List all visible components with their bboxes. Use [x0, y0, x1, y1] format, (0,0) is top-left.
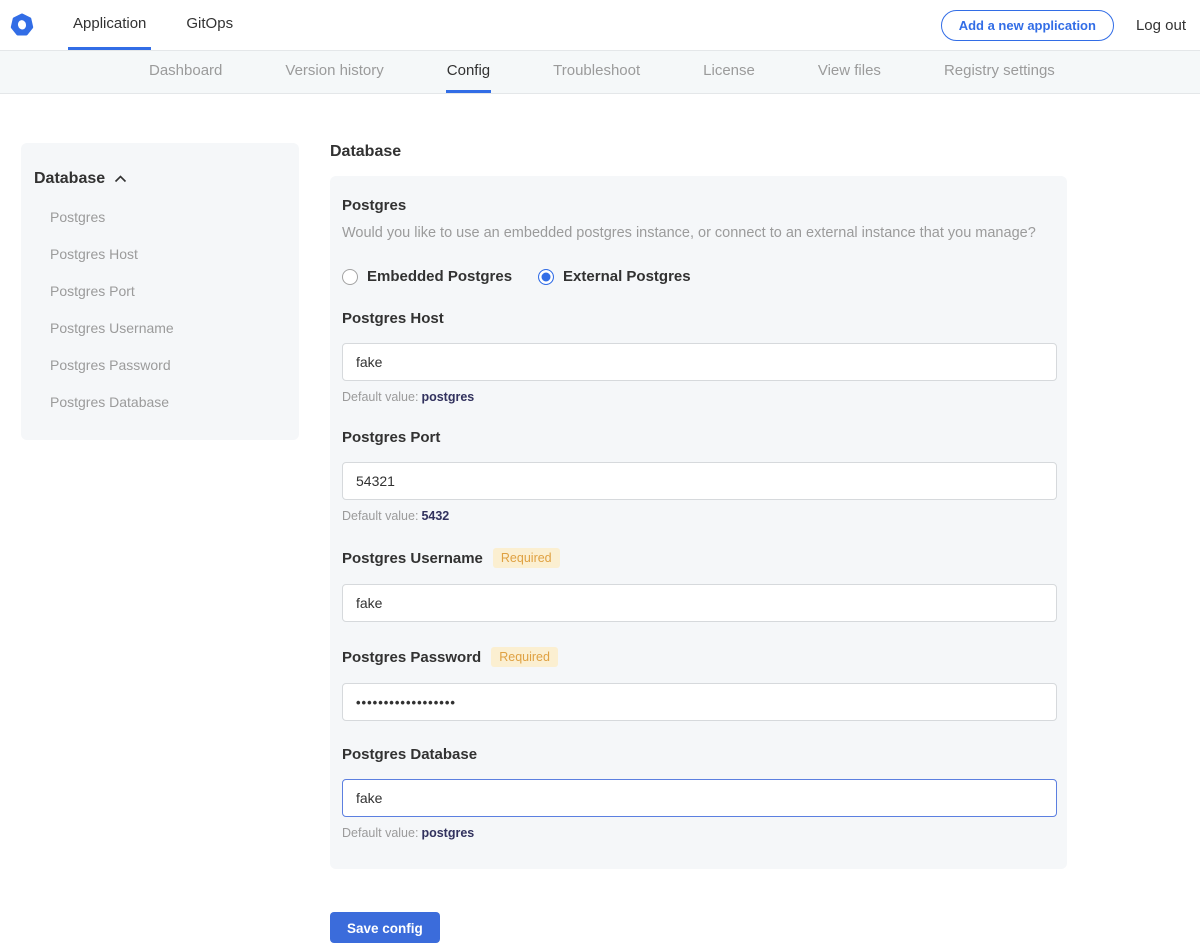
- postgres-host-input[interactable]: [342, 343, 1057, 381]
- page-title: Database: [330, 143, 1067, 161]
- tab-license[interactable]: License: [702, 51, 756, 93]
- default-value-label: Default value:: [342, 826, 418, 840]
- sidebar-item-postgres-database[interactable]: Postgres Database: [50, 394, 283, 410]
- postgres-database-input[interactable]: [342, 779, 1057, 817]
- sidebar-item-postgres-host[interactable]: Postgres Host: [50, 246, 283, 262]
- tab-application[interactable]: Application: [68, 0, 151, 50]
- sidebar-items: Postgres Postgres Host Postgres Port Pos…: [34, 209, 283, 410]
- tab-view-files[interactable]: View files: [817, 51, 882, 93]
- field-label: Postgres Password: [342, 649, 481, 666]
- kots-logo-icon: [10, 13, 34, 37]
- default-value: postgres: [421, 390, 474, 404]
- default-value-label: Default value:: [342, 509, 418, 523]
- group-label: Postgres: [342, 197, 1057, 214]
- app-logo[interactable]: [10, 0, 38, 50]
- required-badge: Required: [493, 548, 560, 568]
- save-config-button[interactable]: Save config: [330, 912, 440, 943]
- app-subnav: Dashboard Version history Config Trouble…: [0, 50, 1200, 94]
- field-postgres-password: Postgres Password Required: [342, 647, 1057, 721]
- postgres-username-input[interactable]: [342, 584, 1057, 622]
- required-badge: Required: [491, 647, 558, 667]
- content-area: Database Postgres Postgres Host Postgres…: [0, 94, 1200, 943]
- logout-button[interactable]: Log out: [1136, 17, 1186, 34]
- field-label: Postgres Host: [342, 310, 444, 327]
- top-nav: Application GitOps Add a new application…: [0, 0, 1200, 50]
- field-label: Postgres Database: [342, 746, 477, 763]
- group-help-text: Would you like to use an embedded postgr…: [342, 224, 1057, 242]
- radio-label: External Postgres: [563, 268, 691, 285]
- default-value-label: Default value:: [342, 390, 418, 404]
- tab-version-history[interactable]: Version history: [284, 51, 384, 93]
- tab-config[interactable]: Config: [446, 51, 491, 93]
- sidebar-group-database[interactable]: Database: [34, 170, 283, 188]
- tab-gitops[interactable]: GitOps: [181, 0, 238, 50]
- topnav-right: Add a new application Log out: [941, 0, 1186, 50]
- default-value: postgres: [421, 826, 474, 840]
- field-postgres-host: Postgres Host Default value:postgres: [342, 310, 1057, 404]
- radio-external-postgres[interactable]: External Postgres: [538, 268, 691, 285]
- config-group-card: Postgres Would you like to use an embedd…: [330, 176, 1067, 869]
- tab-dashboard[interactable]: Dashboard: [148, 51, 223, 93]
- postgres-password-input[interactable]: [342, 683, 1057, 721]
- field-label: Postgres Username: [342, 550, 483, 567]
- config-main: Database Postgres Would you like to use …: [330, 143, 1067, 943]
- config-sidebar: Database Postgres Postgres Host Postgres…: [21, 143, 299, 440]
- tab-troubleshoot[interactable]: Troubleshoot: [552, 51, 641, 93]
- field-label: Postgres Port: [342, 429, 440, 446]
- radio-embedded-postgres[interactable]: Embedded Postgres: [342, 268, 512, 285]
- field-postgres-database: Postgres Database Default value:postgres: [342, 746, 1057, 840]
- postgres-port-input[interactable]: [342, 462, 1057, 500]
- default-value-hint: Default value:5432: [342, 509, 1057, 523]
- radio-label: Embedded Postgres: [367, 268, 512, 285]
- sidebar-item-postgres[interactable]: Postgres: [50, 209, 283, 225]
- field-postgres-port: Postgres Port Default value:5432: [342, 429, 1057, 523]
- field-postgres-username: Postgres Username Required: [342, 548, 1057, 622]
- chevron-up-icon: [114, 175, 127, 183]
- sidebar-item-postgres-port[interactable]: Postgres Port: [50, 283, 283, 299]
- default-value: 5432: [421, 509, 449, 523]
- sidebar-group-label: Database: [34, 170, 105, 188]
- default-value-hint: Default value:postgres: [342, 390, 1057, 404]
- radio-unselected-icon[interactable]: [342, 269, 358, 285]
- postgres-type-radio-group: Embedded Postgres External Postgres: [342, 268, 1057, 285]
- sidebar-item-postgres-username[interactable]: Postgres Username: [50, 320, 283, 336]
- default-value-hint: Default value:postgres: [342, 826, 1057, 840]
- sidebar-item-postgres-password[interactable]: Postgres Password: [50, 357, 283, 373]
- tab-registry-settings[interactable]: Registry settings: [943, 51, 1056, 93]
- radio-selected-icon[interactable]: [538, 269, 554, 285]
- add-new-application-button[interactable]: Add a new application: [941, 10, 1114, 41]
- topnav-tabs: Application GitOps: [68, 0, 238, 50]
